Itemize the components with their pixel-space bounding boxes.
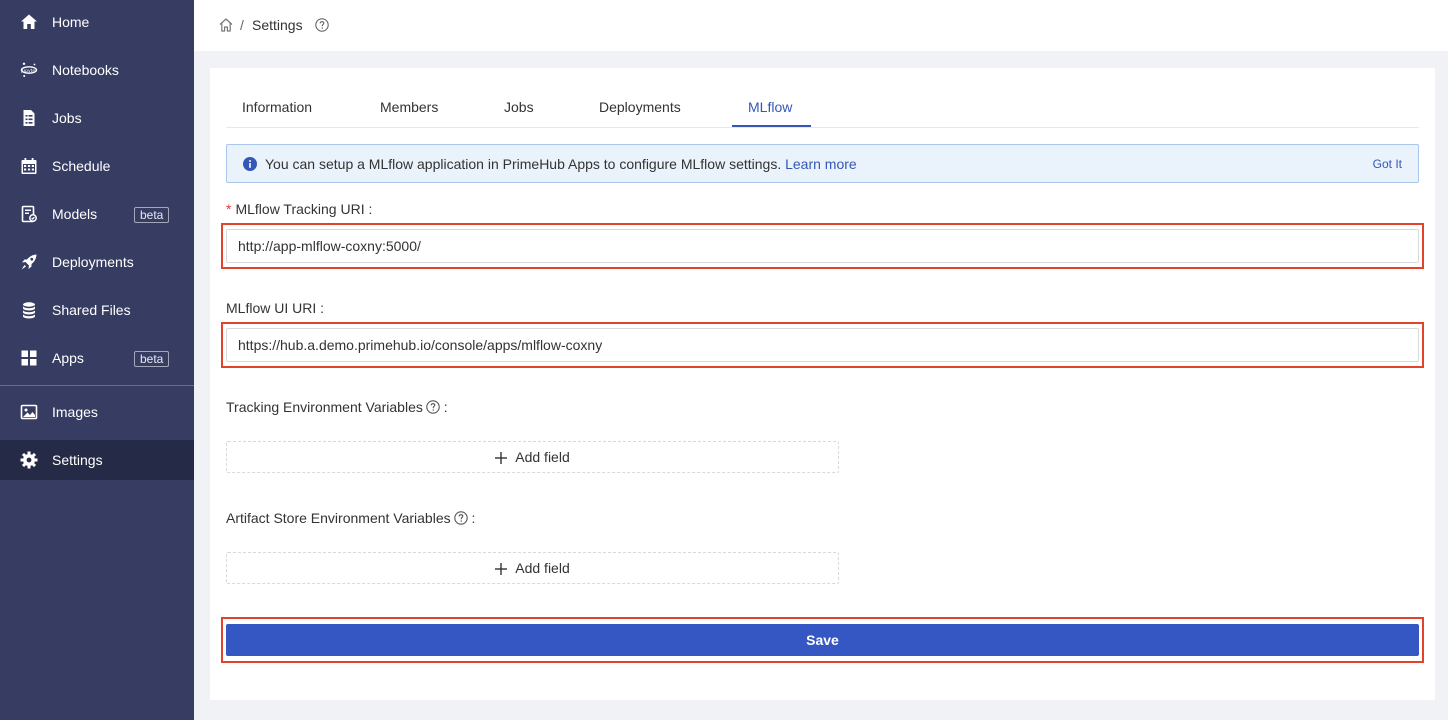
apps-grid-icon (20, 349, 38, 367)
sidebar-item-label: Settings (52, 452, 103, 468)
tab-members[interactable]: Members (380, 88, 438, 128)
active-tab-indicator (732, 125, 811, 127)
tab-information[interactable]: Information (242, 88, 312, 128)
tab-jobs[interactable]: Jobs (504, 88, 534, 128)
sidebar-item-home[interactable]: Home (0, 2, 194, 42)
sidebar-item-apps[interactable]: Apps beta (0, 338, 194, 378)
sidebar-item-jobs[interactable]: Jobs (0, 98, 194, 138)
sidebar-item-label: Apps (52, 350, 84, 366)
database-icon (20, 301, 38, 319)
sidebar-item-schedule[interactable]: Schedule (0, 146, 194, 186)
ui-uri-highlight (221, 322, 1424, 368)
jupyter-icon: jupyter (20, 61, 38, 79)
sidebar-item-shared-files[interactable]: Shared Files (0, 290, 194, 330)
model-icon (20, 205, 38, 223)
breadcrumb: / Settings (194, 0, 1448, 51)
ui-uri-label: MLflow UI URI : (226, 300, 324, 316)
info-icon (243, 157, 257, 171)
svg-text:jupyter: jupyter (20, 68, 37, 74)
sidebar-item-label: Notebooks (52, 62, 119, 78)
plus-icon (495, 451, 508, 464)
file-icon (20, 109, 38, 127)
learn-more-link[interactable]: Learn more (785, 156, 857, 172)
image-icon (20, 403, 38, 421)
alert-text: You can setup a MLflow application in Pr… (265, 156, 786, 172)
got-it-button[interactable]: Got It (1373, 157, 1402, 171)
save-highlight: Save (221, 617, 1424, 663)
plus-icon (495, 562, 508, 575)
ui-uri-input[interactable] (226, 328, 1419, 362)
sidebar-item-deployments[interactable]: Deployments (0, 242, 194, 282)
beta-badge: beta (134, 207, 170, 223)
home-icon[interactable] (218, 17, 234, 33)
sidebar-item-models[interactable]: Models beta (0, 194, 194, 234)
tab-mlflow[interactable]: MLflow (748, 88, 792, 128)
alert-message: You can setup a MLflow application in Pr… (265, 156, 857, 172)
page-title: Settings (252, 17, 303, 33)
label-colon: : (471, 510, 476, 526)
rocket-icon (20, 253, 38, 271)
add-field-label: Add field (515, 560, 570, 576)
label-colon: : (320, 300, 325, 316)
sidebar-item-label: Deployments (52, 254, 134, 270)
save-button[interactable]: Save (226, 624, 1419, 656)
sidebar-divider (0, 385, 194, 386)
label-colon: : (443, 399, 448, 415)
sidebar: Home jupyter Notebooks Jobs Schedule Mod… (0, 0, 194, 720)
home-icon (20, 13, 38, 31)
add-tracking-env-button[interactable]: Add field (226, 441, 839, 473)
gear-icon (20, 451, 38, 469)
tracking-uri-input[interactable] (226, 229, 1419, 263)
required-marker: * (226, 201, 232, 217)
sidebar-item-label: Home (52, 14, 90, 30)
tracking-uri-label-text: MLflow Tracking URI (235, 201, 365, 217)
add-field-label: Add field (515, 449, 570, 465)
sidebar-item-notebooks[interactable]: jupyter Notebooks (0, 50, 194, 90)
sidebar-item-images[interactable]: Images (0, 392, 194, 432)
ui-uri-label-text: MLflow UI URI (226, 300, 317, 316)
sidebar-item-label: Schedule (52, 158, 111, 174)
tracking-env-label: Tracking Environment Variables : (226, 399, 448, 415)
artifact-env-label: Artifact Store Environment Variables : (226, 510, 475, 526)
tab-deployments[interactable]: Deployments (599, 88, 681, 128)
calendar-icon (20, 157, 38, 175)
help-icon[interactable] (315, 18, 329, 32)
help-icon[interactable] (426, 400, 440, 414)
sidebar-item-label: Models (52, 206, 98, 222)
artifact-env-label-text: Artifact Store Environment Variables (226, 510, 451, 526)
sidebar-item-label: Shared Files (52, 302, 131, 318)
sidebar-item-label: Jobs (52, 110, 82, 126)
info-alert: You can setup a MLflow application in Pr… (226, 144, 1419, 183)
add-artifact-env-button[interactable]: Add field (226, 552, 839, 584)
label-colon: : (368, 201, 373, 217)
tracking-env-label-text: Tracking Environment Variables (226, 399, 423, 415)
sidebar-item-settings[interactable]: Settings (0, 440, 194, 480)
help-icon[interactable] (453, 511, 468, 525)
sidebar-item-label: Images (52, 404, 98, 420)
tracking-uri-label: * MLflow Tracking URI : (226, 201, 372, 217)
beta-badge: beta (134, 351, 170, 367)
tracking-uri-highlight (221, 223, 1424, 269)
settings-card: Information Members Jobs Deployments MLf… (210, 68, 1435, 700)
breadcrumb-separator: / (240, 17, 244, 33)
tab-bar: Information Members Jobs Deployments MLf… (226, 88, 1419, 128)
